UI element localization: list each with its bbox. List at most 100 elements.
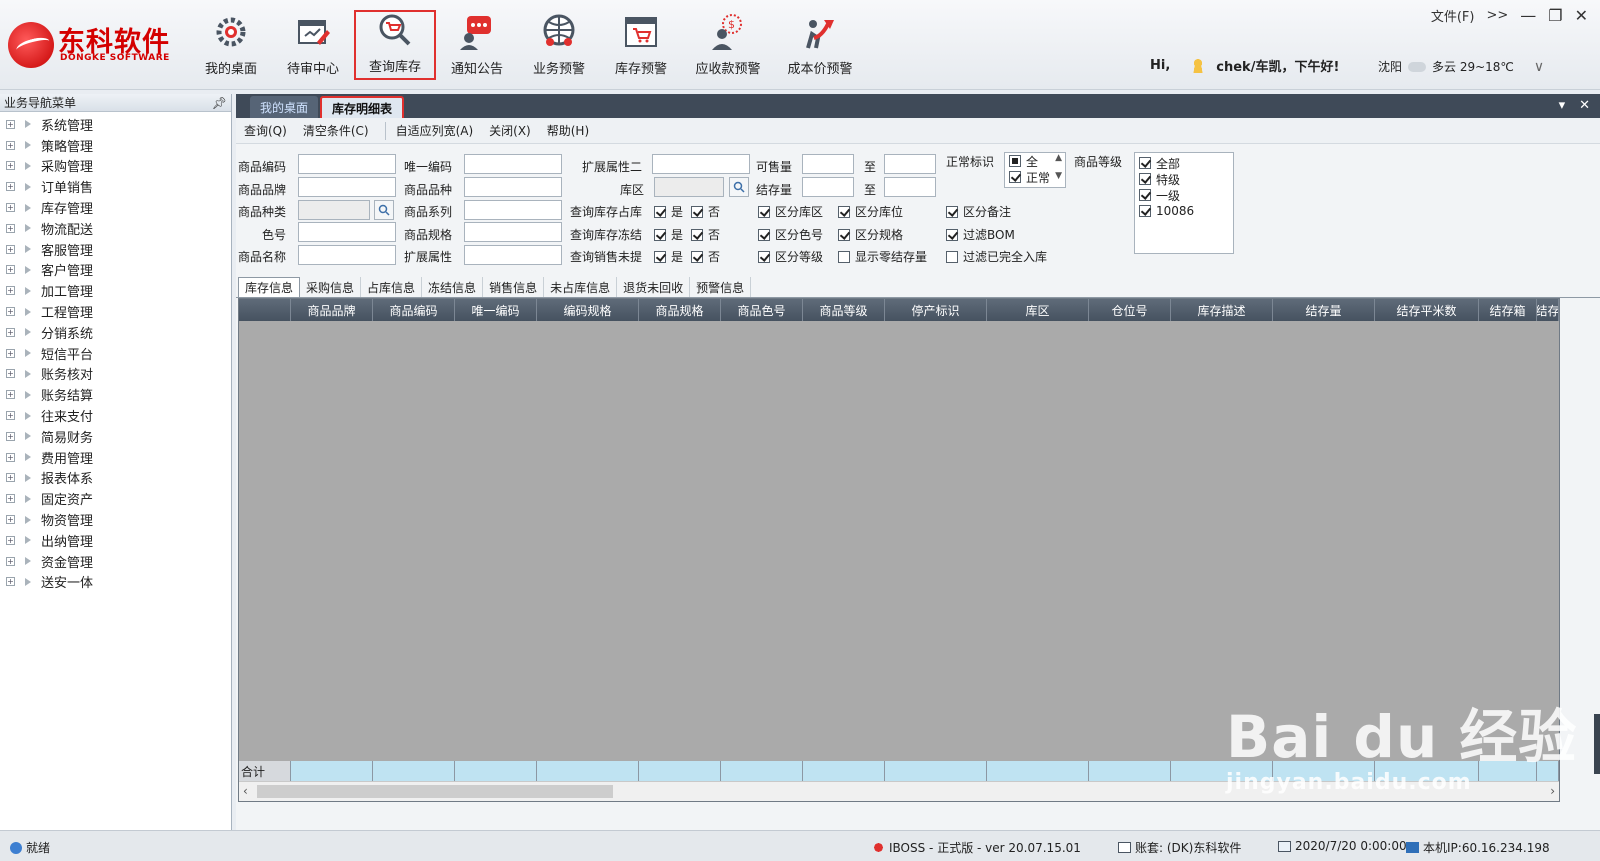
subtab[interactable]: 采购信息 (300, 277, 362, 297)
sidebar-item[interactable]: + 库存管理 (0, 197, 231, 218)
product-name-input[interactable] (298, 245, 396, 265)
expand-icon[interactable]: + (6, 286, 15, 296)
grade-list[interactable]: 全部 特级 一级 10086 (1134, 152, 1234, 254)
sidebar-item[interactable]: + 固定资产 (0, 488, 231, 509)
show-zero-checkbox[interactable]: 显示零结存量 (838, 248, 927, 265)
tool-stock-alert[interactable]: 库存预警 (600, 10, 682, 80)
by-remark-checkbox[interactable]: 区分备注 (946, 203, 1011, 220)
tool-business-alert[interactable]: 业务预警 (518, 10, 600, 80)
area-input[interactable] (654, 177, 724, 197)
sidebar-item[interactable]: + 物资管理 (0, 509, 231, 530)
expand-icon[interactable]: + (6, 307, 15, 317)
area-search-icon[interactable] (729, 177, 749, 197)
expand-icon[interactable]: + (6, 535, 15, 545)
menu-close[interactable]: 关闭(X) (489, 122, 531, 139)
sales-yes-checkbox[interactable]: 是 (654, 248, 683, 265)
scroll-left-icon[interactable]: ‹ (243, 784, 248, 798)
occupy-yes-checkbox[interactable]: 是 (654, 203, 683, 220)
grid-column-header[interactable]: 商品色号 (721, 299, 803, 321)
product-series-input[interactable] (464, 200, 562, 220)
tool-my-desktop[interactable]: 我的桌面 (190, 10, 272, 80)
grid-column-header[interactable]: 结存平米数 (1375, 299, 1479, 321)
ext-attr2-input[interactable] (652, 154, 750, 174)
product-code-input[interactable] (298, 154, 396, 174)
tool-notice[interactable]: 通知公告 (436, 10, 518, 80)
expand-icon[interactable]: + (6, 473, 15, 483)
expand-icon[interactable]: + (6, 411, 15, 421)
tool-query-stock[interactable]: 查询库存 (354, 10, 436, 80)
sidebar-item[interactable]: + 往来支付 (0, 405, 231, 426)
sales-no-checkbox[interactable]: 否 (691, 248, 720, 265)
tool-cost-alert[interactable]: 成本价预警 (774, 10, 866, 80)
grid-column-header[interactable]: 结存量 (1273, 299, 1375, 321)
sidebar-item[interactable]: + 报表体系 (0, 468, 231, 489)
sidebar-item[interactable]: + 订单销售 (0, 176, 231, 197)
grid-column-header[interactable]: 商品等级 (803, 299, 885, 321)
product-type-search-icon[interactable] (374, 200, 394, 220)
product-variety-input[interactable] (464, 177, 562, 197)
close-icon[interactable]: ✕ (1575, 7, 1588, 24)
grade-10086-item[interactable]: 10086 (1135, 203, 1233, 219)
expand-icon[interactable]: + (6, 182, 15, 192)
expand-icon[interactable]: + (6, 452, 15, 462)
expand-icon[interactable]: + (6, 390, 15, 400)
freeze-no-checkbox[interactable]: 否 (691, 226, 720, 243)
by-area-checkbox[interactable]: 区分库区 (758, 203, 823, 220)
sidebar-item[interactable]: + 分销系统 (0, 322, 231, 343)
sidebar-item[interactable]: + 送安一体 (0, 572, 231, 593)
grid-column-header[interactable]: 库区 (987, 299, 1089, 321)
grade-first-item[interactable]: 一级 (1135, 187, 1233, 203)
product-type-input[interactable] (298, 200, 370, 220)
color-no-input[interactable] (298, 222, 396, 242)
subtab[interactable]: 占库信息 (361, 277, 423, 297)
more-chevron-icon[interactable]: >> (1486, 8, 1508, 23)
expand-icon[interactable]: + (6, 223, 15, 233)
expand-icon[interactable]: + (6, 431, 15, 441)
grid-column-header[interactable]: 商品品牌 (291, 299, 373, 321)
by-spec-checkbox[interactable]: 区分规格 (838, 226, 903, 243)
grid-column-header[interactable]: 结存 (1537, 299, 1559, 321)
chevron-down-icon[interactable]: ∨ (1534, 59, 1544, 75)
vertical-scroll-thumb[interactable] (1594, 714, 1600, 774)
grid-column-header[interactable]: 停产标识 (885, 299, 987, 321)
by-location-checkbox[interactable]: 区分库位 (838, 203, 903, 220)
stock-to-input[interactable] (884, 177, 936, 197)
sidebar-item[interactable]: + 费用管理 (0, 447, 231, 468)
by-color-checkbox[interactable]: 区分色号 (758, 226, 823, 243)
expand-icon[interactable]: + (6, 203, 15, 213)
product-spec-input[interactable] (464, 222, 562, 242)
tab-my-desktop[interactable]: 我的桌面 (250, 96, 319, 118)
expand-icon[interactable]: + (6, 556, 15, 566)
expand-icon[interactable]: + (6, 265, 15, 275)
normal-flag-list[interactable]: 全 正常 ▲ ▼ (1004, 152, 1066, 188)
filter-done-checkbox[interactable]: 过滤已完全入库 (946, 248, 1047, 265)
expand-icon[interactable]: + (6, 140, 15, 150)
grid-column-header[interactable]: 唯一编码 (455, 299, 537, 321)
stock-from-input[interactable] (802, 177, 854, 197)
restore-icon[interactable]: ❐ (1548, 7, 1562, 24)
sidebar-item[interactable]: + 加工管理 (0, 280, 231, 301)
sellable-to-input[interactable] (884, 154, 936, 174)
freeze-yes-checkbox[interactable]: 是 (654, 226, 683, 243)
expand-icon[interactable]: + (6, 577, 15, 587)
subtab[interactable]: 预警信息 (690, 277, 752, 297)
subtab[interactable]: 销售信息 (483, 277, 545, 297)
scroll-up-icon[interactable]: ▲ (1055, 153, 1062, 163)
expand-icon[interactable]: + (6, 515, 15, 525)
sidebar-item[interactable]: + 工程管理 (0, 301, 231, 322)
subtab[interactable]: 未占库信息 (544, 277, 618, 297)
scroll-down-icon[interactable]: ▼ (1055, 171, 1062, 181)
sidebar-item[interactable]: + 短信平台 (0, 343, 231, 364)
tab-close-icon[interactable]: ✕ (1579, 98, 1590, 113)
expand-icon[interactable]: + (6, 369, 15, 379)
menu-help[interactable]: 帮助(H) (547, 122, 589, 139)
greeting-user[interactable]: chek/车凯，下午好! (1216, 56, 1339, 75)
grid-column-header[interactable]: 商品规格 (639, 299, 721, 321)
minimize-icon[interactable]: — (1520, 7, 1536, 24)
menu-autofit[interactable]: 自适应列宽(A) (396, 122, 474, 139)
grade-premium-item[interactable]: 特级 (1135, 171, 1233, 187)
tab-stock-detail[interactable]: 库存明细表 (320, 96, 405, 118)
expand-icon[interactable]: + (6, 494, 15, 504)
tab-dropdown-icon[interactable]: ▾ (1559, 98, 1566, 113)
sidebar-item[interactable]: + 客服管理 (0, 239, 231, 260)
